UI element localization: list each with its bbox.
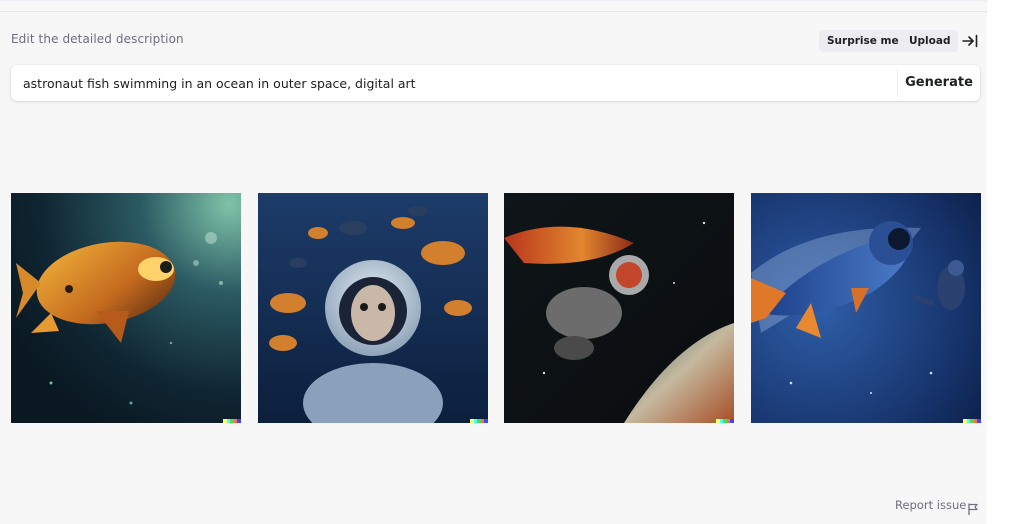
generate-button[interactable]: Generate — [898, 65, 980, 101]
upload-button[interactable]: Upload — [901, 30, 959, 52]
result-image-3[interactable] — [504, 193, 734, 423]
editor-page: Edit the detailed description Surprise m… — [0, 0, 987, 524]
result-image-2[interactable] — [258, 193, 488, 423]
prompt-bar: Generate — [11, 65, 980, 101]
editor-label: Edit the detailed description — [11, 32, 184, 46]
page-margin — [987, 0, 1036, 524]
prompt-input[interactable] — [11, 65, 896, 101]
result-image-1[interactable] — [11, 193, 241, 423]
arrow-right-to-bar-icon[interactable] — [960, 31, 980, 51]
result-image-4[interactable] — [751, 193, 981, 423]
header-divider — [0, 11, 987, 12]
report-issue-link[interactable]: Report issue — [895, 498, 966, 512]
flag-icon[interactable] — [967, 500, 979, 516]
surprise-me-button[interactable]: Surprise me — [819, 30, 907, 52]
